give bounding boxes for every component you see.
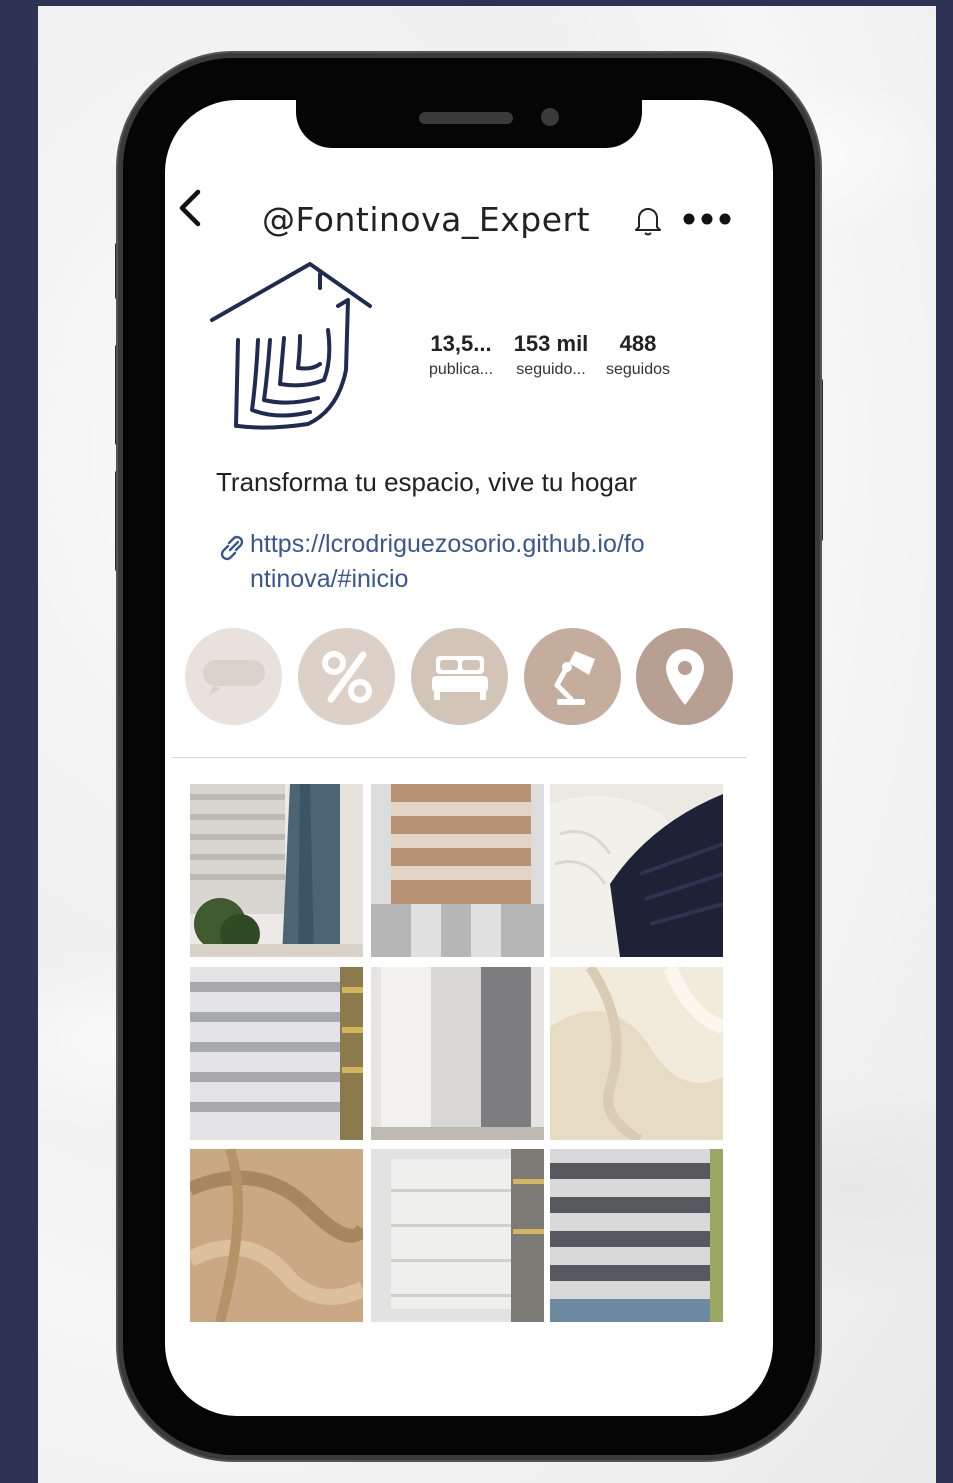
stat-label: publica... [428, 361, 494, 378]
highlight-discounts[interactable] [298, 628, 395, 725]
post-thumbnail[interactable] [371, 1149, 544, 1322]
section-divider [172, 757, 746, 758]
speaker-grille [419, 112, 513, 124]
profile-link[interactable]: https://lcrodriguezosorio.github.io/font… [250, 527, 650, 597]
chevron-left-icon[interactable] [176, 188, 208, 228]
stat-label: seguidos [605, 361, 671, 378]
more-horizontal-icon[interactable] [683, 212, 731, 226]
post-thumbnail[interactable] [371, 784, 544, 957]
stat-followers[interactable]: 153 mil seguido... [506, 331, 596, 379]
post-thumbnail[interactable] [190, 967, 363, 1140]
post-thumbnail[interactable] [190, 784, 363, 957]
post-thumbnail[interactable] [190, 1149, 363, 1322]
stat-label: seguido... [516, 361, 586, 378]
stat-value: 13,5... [430, 331, 492, 356]
stat-posts[interactable]: 13,5... publica... [420, 331, 502, 379]
sofa-icon [202, 659, 265, 696]
stat-following[interactable]: 488 seguidos [598, 331, 678, 379]
power-button [815, 378, 823, 542]
bell-icon[interactable] [633, 204, 663, 236]
highlight-bedroom[interactable] [411, 628, 508, 725]
percent-icon [321, 650, 372, 703]
front-camera [541, 108, 559, 126]
location-pin-icon [665, 648, 704, 705]
post-thumbnail[interactable] [550, 1149, 723, 1322]
highlight-sofa[interactable] [185, 628, 282, 725]
volume-up-button [115, 344, 123, 446]
desk-lamp-icon [554, 650, 595, 705]
link-icon [220, 535, 244, 561]
post-thumbnail[interactable] [550, 967, 723, 1140]
highlight-location[interactable] [636, 628, 733, 725]
volume-down-button [115, 470, 123, 572]
post-thumbnail[interactable] [550, 784, 723, 957]
highlight-lighting[interactable] [524, 628, 621, 725]
profile-bio: Transforma tu espacio, vive tu hogar [216, 467, 638, 497]
bed-icon [431, 655, 488, 700]
profile-handle: @Fontinova_Expert [262, 200, 591, 239]
silent-switch [115, 242, 123, 300]
stat-value: 488 [619, 331, 657, 356]
brand-logo [210, 262, 372, 430]
post-thumbnail[interactable] [371, 967, 544, 1140]
stat-value: 153 mil [513, 331, 589, 356]
